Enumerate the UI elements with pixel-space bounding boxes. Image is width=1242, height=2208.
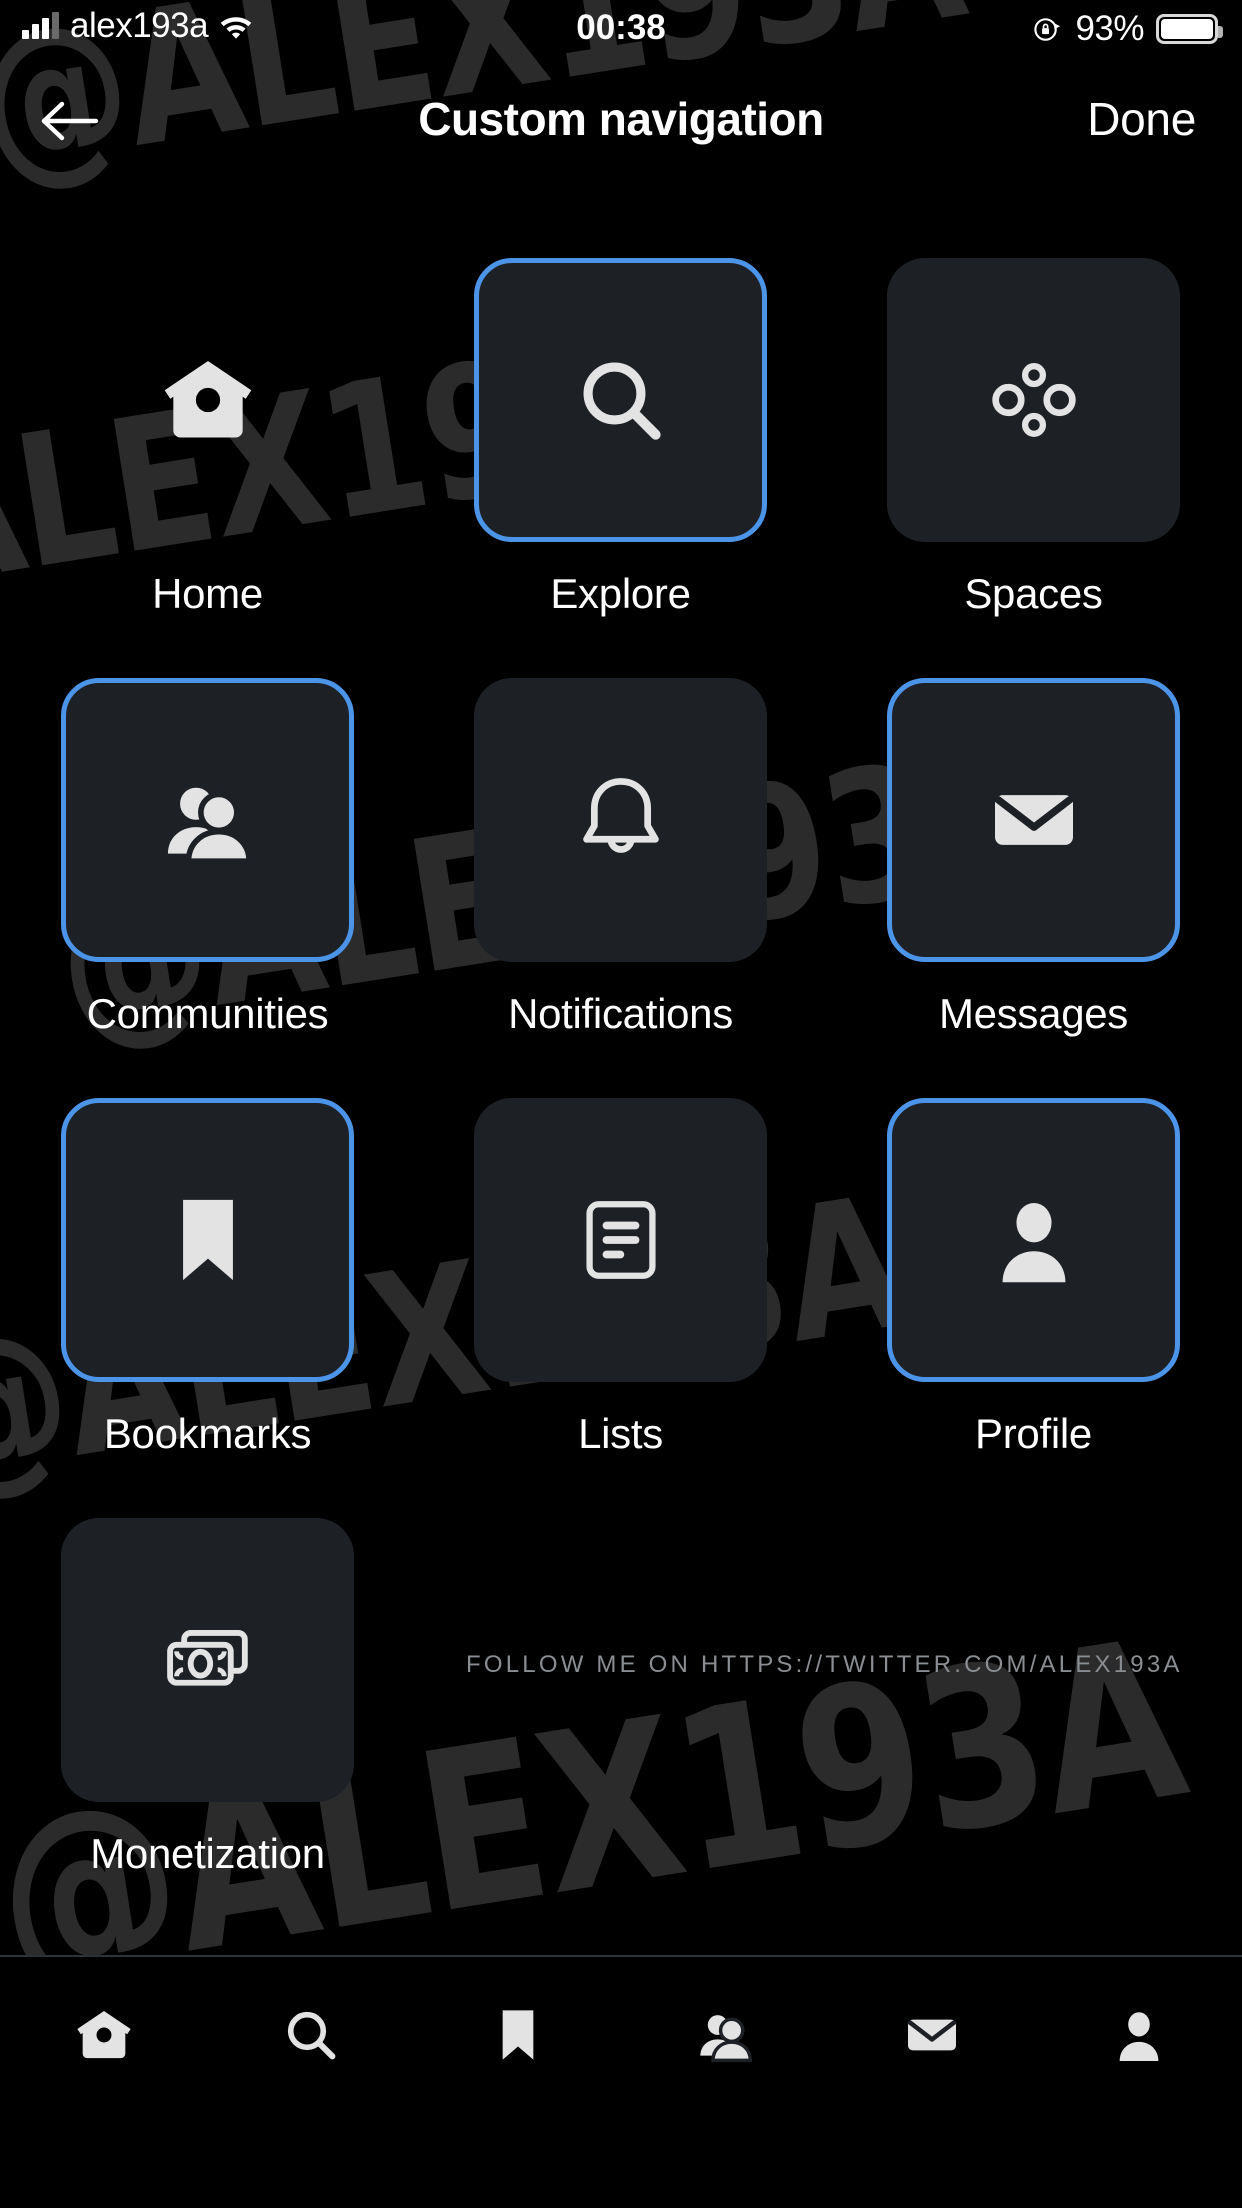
nav-option-label: Explore [550,570,691,617]
search-icon [287,2011,335,2060]
page-title: Custom navigation [418,93,824,145]
nav-option-label: Home [152,570,263,617]
bookmark-icon [502,2010,533,2060]
communities-icon [167,787,252,864]
nav-option-label: Spaces [964,570,1103,617]
nav-option-notifications[interactable]: Notifications [443,678,798,1038]
nav-option-explore[interactable]: Explore [443,258,798,618]
rotation-lock-icon [1032,14,1063,45]
nav-option-home[interactable]: Home [30,258,385,618]
nav-option-label: Bookmarks [103,1410,312,1457]
spaces-icon [991,363,1076,437]
nav-option-lists[interactable]: Lists [443,1098,798,1458]
battery-percent-label: 93% [1075,9,1144,48]
bookmark-icon [182,1199,233,1281]
nav-option-label: Communities [86,990,329,1037]
nav-option-label: Lists [578,1410,663,1457]
tab-profile[interactable] [1064,2003,1214,2067]
nav-option-label: Profile [975,1410,1092,1457]
nav-option-label: Notifications [508,990,733,1037]
nav-option-label: Messages [938,990,1129,1037]
envelope-icon [907,2019,956,2051]
nav-option-bookmarks[interactable]: Bookmarks [30,1098,385,1458]
nav-option-profile[interactable]: Profile [856,1098,1211,1458]
done-button[interactable]: Done [1087,92,1196,146]
bell-icon [582,778,659,853]
nav-option-tile-notifications[interactable] [474,678,767,962]
money-icon [166,1629,248,1686]
tab-messages[interactable] [857,2003,1007,2067]
status-bar: alex193a 00:38 93% [0,0,1242,62]
nav-option-tile-explore[interactable] [474,258,767,542]
home-icon [76,2011,131,2059]
profile-icon [1119,2012,1158,2061]
nav-option-messages[interactable]: Messages [856,678,1211,1038]
nav-option-tile-lists[interactable] [474,1098,767,1382]
status-bar-right: 93% [1032,9,1223,49]
tab-home[interactable] [29,2003,179,2067]
envelope-icon [993,795,1074,845]
nav-option-tile-home[interactable] [61,258,354,542]
lists-icon [585,1201,656,1279]
home-icon [164,361,251,438]
communities-icon [699,2015,752,2063]
nav-option-tile-messages[interactable] [887,678,1180,962]
nav-option-tile-profile[interactable] [887,1098,1180,1382]
nav-option-tile-bookmarks[interactable] [61,1098,354,1382]
nav-option-spaces[interactable]: Spaces [856,258,1211,618]
app-screen: alex193a 00:38 93% Custom navigation Don… [0,0,1242,2208]
profile-icon [1002,1202,1065,1283]
bottom-tab-bar [0,1955,1242,2208]
nav-option-tile-spaces[interactable] [887,258,1180,542]
tab-bookmarks[interactable] [443,2003,593,2067]
nav-option-label: Monetization [90,1830,325,1877]
navigation-header: Custom navigation Done [0,62,1242,178]
tab-explore[interactable] [236,2003,386,2067]
nav-option-communities[interactable]: Communities [30,678,385,1038]
nav-option-monetization[interactable]: Monetization [30,1518,385,1878]
nav-option-tile-communities[interactable] [61,678,354,962]
tab-communities[interactable] [650,2003,800,2067]
follow-me-note: FOLLOW ME ON HTTPS://TWITTER.COM/ALEX193… [466,1651,1183,1678]
nav-option-tile-monetization[interactable] [61,1518,354,1802]
battery-icon [1156,14,1223,44]
search-icon [583,362,661,440]
navigation-options-grid: Home Explore Spaces Communities Notification… [0,178,1242,1955]
